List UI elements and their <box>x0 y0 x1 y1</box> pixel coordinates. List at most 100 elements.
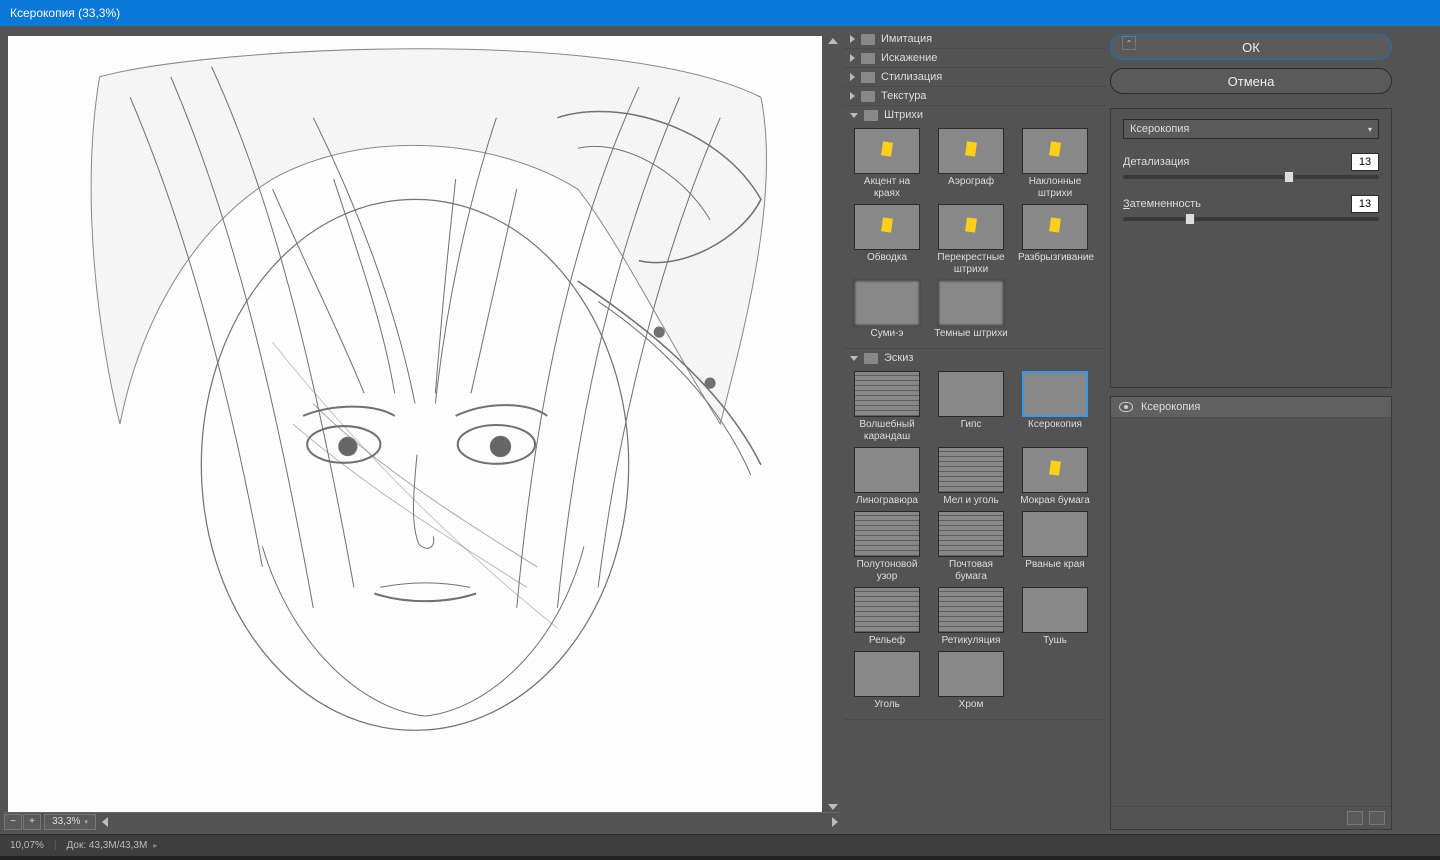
thumb-label: Перекрестные штрихи <box>934 252 1008 276</box>
folder-label: Эскиз <box>884 352 913 364</box>
filter-settings: Ксерокопия ▾ Детализация Затемненность <box>1110 108 1392 388</box>
folder-label: Штрихи <box>884 109 923 121</box>
status-zoom: 10,07% <box>10 840 44 851</box>
preview-viewport[interactable] <box>4 30 840 812</box>
filter-thumb-selected[interactable]: Ксерокопия <box>1018 371 1092 443</box>
thumb-label: Линогравюра <box>850 495 924 507</box>
effect-layer-row[interactable]: Ксерокопия <box>1111 397 1391 418</box>
preview-image <box>8 36 822 812</box>
cancel-button[interactable]: Отмена <box>1110 68 1392 94</box>
filter-gallery[interactable]: Имитация Искажение Стилизация Текстура Ш… <box>844 30 1106 830</box>
thumb-label: Мел и уголь <box>934 495 1008 507</box>
thumb-label: Тушь <box>1018 635 1092 647</box>
filter-thumb[interactable]: Почтовая бумага <box>934 511 1008 583</box>
thumb-label: Ксерокопия <box>1018 419 1092 431</box>
expand-icon <box>850 54 855 62</box>
folder-label: Искажение <box>881 52 937 64</box>
filter-thumb[interactable]: Акцент на краях <box>850 128 924 200</box>
thumb-label: Ретикуляция <box>934 635 1008 647</box>
thumb-label: Аэрограф <box>934 176 1008 188</box>
strokes-thumbs: Акцент на краях Аэрограф Наклонные штрих… <box>844 124 1106 348</box>
folder-icon <box>861 34 875 45</box>
param-label: Затемненность <box>1123 198 1201 210</box>
filter-thumb[interactable]: Хром <box>934 651 1008 711</box>
chevron-down-icon: ▾ <box>84 818 88 826</box>
zoom-in-button[interactable]: + <box>23 814 41 830</box>
visibility-icon[interactable] <box>1119 402 1133 412</box>
ok-button[interactable]: ОК <box>1110 34 1392 60</box>
filter-thumb[interactable]: Обводка <box>850 204 924 276</box>
scroll-left-icon[interactable] <box>102 817 108 827</box>
param-darkness-input[interactable] <box>1351 195 1379 213</box>
thumb-label: Уголь <box>850 699 924 711</box>
thumb-label: Хром <box>934 699 1008 711</box>
collapse-icon <box>850 356 858 361</box>
filter-thumb[interactable]: Аэрограф <box>934 128 1008 200</box>
zoom-out-button[interactable]: − <box>4 814 22 830</box>
param-darkness-slider[interactable] <box>1123 217 1379 221</box>
filter-thumb[interactable]: Тушь <box>1018 587 1092 647</box>
filter-thumb[interactable]: Перекрестные штрихи <box>934 204 1008 276</box>
scroll-up-icon[interactable] <box>828 38 838 44</box>
zoom-percent[interactable]: 33,3% ▾ <box>44 814 96 830</box>
preview-horizontal-scrollbar[interactable] <box>100 815 840 829</box>
param-detail-slider[interactable] <box>1123 175 1379 179</box>
collapse-settings-button[interactable]: ⌃ <box>1122 36 1136 50</box>
folder-sketch[interactable]: Эскиз Волшебный карандаш Гипс Ксерокопия… <box>844 349 1106 720</box>
effect-layers-footer <box>1111 806 1391 829</box>
folder-icon <box>864 110 878 121</box>
filter-select-value: Ксерокопия <box>1130 123 1189 135</box>
effect-layer-name: Ксерокопия <box>1141 401 1200 413</box>
thumb-label: Мокрая бумага <box>1018 495 1092 507</box>
slider-knob[interactable] <box>1284 171 1294 183</box>
preview-vertical-scrollbar[interactable] <box>826 36 840 812</box>
param-darkness: Затемненность <box>1123 195 1379 221</box>
thumb-label: Разбрызгивание <box>1018 252 1092 264</box>
status-bar: 10,07% | Док: 43,3M/43,3M ▸ <box>0 834 1440 856</box>
scroll-right-icon[interactable] <box>832 817 838 827</box>
filter-thumb[interactable]: Мокрая бумага <box>1018 447 1092 507</box>
zoom-bar: − + 33,3% ▾ <box>4 812 840 830</box>
thumb-label: Обводка <box>850 252 924 264</box>
filter-thumb[interactable]: Разбрызгивание <box>1018 204 1092 276</box>
new-effect-layer-button[interactable] <box>1347 811 1363 825</box>
thumb-label: Суми-э <box>850 328 924 340</box>
filter-thumb[interactable]: Волшебный карандаш <box>850 371 924 443</box>
filter-thumb[interactable]: Темные штрихи <box>934 280 1008 340</box>
folder-label: Текстура <box>881 90 926 102</box>
folder-stylization[interactable]: Стилизация <box>844 68 1106 87</box>
filter-thumb[interactable]: Суми-э <box>850 280 924 340</box>
zoom-percent-value: 33,3% <box>52 816 80 827</box>
chevron-down-icon: ▾ <box>1368 125 1372 134</box>
folder-icon <box>861 91 875 102</box>
filter-thumb[interactable]: Рваные края <box>1018 511 1092 583</box>
folder-texture[interactable]: Текстура <box>844 87 1106 106</box>
thumb-label: Полутоновой узор <box>850 559 924 583</box>
thumb-label: Гипс <box>934 419 1008 431</box>
filter-thumb[interactable]: Полутоновой узор <box>850 511 924 583</box>
scroll-down-icon[interactable] <box>828 804 838 810</box>
folder-strokes[interactable]: Штрихи Акцент на краях Аэрограф Наклонны… <box>844 106 1106 349</box>
param-detail-input[interactable] <box>1351 153 1379 171</box>
folder-label: Стилизация <box>881 71 942 83</box>
delete-effect-layer-button[interactable] <box>1369 811 1385 825</box>
slider-knob[interactable] <box>1185 213 1195 225</box>
thumb-label: Наклонные штрихи <box>1018 176 1092 200</box>
filter-thumb[interactable]: Гипс <box>934 371 1008 443</box>
expand-icon <box>850 73 855 81</box>
thumb-label: Темные штрихи <box>934 328 1008 340</box>
filter-thumb[interactable]: Линогравюра <box>850 447 924 507</box>
main-area: − + 33,3% ▾ Имитация Искажение Стилизаци… <box>0 26 1440 834</box>
folder-icon <box>864 353 878 364</box>
expand-icon <box>850 35 855 43</box>
thumb-label: Почтовая бумага <box>934 559 1008 583</box>
folder-distortion[interactable]: Искажение <box>844 49 1106 68</box>
filter-thumb[interactable]: Рельеф <box>850 587 924 647</box>
filter-thumb[interactable]: Мел и уголь <box>934 447 1008 507</box>
window-title: Ксерокопия (33,3%) <box>0 0 1440 26</box>
filter-thumb[interactable]: Наклонные штрихи <box>1018 128 1092 200</box>
filter-thumb[interactable]: Уголь <box>850 651 924 711</box>
filter-thumb[interactable]: Ретикуляция <box>934 587 1008 647</box>
folder-imitation[interactable]: Имитация <box>844 30 1106 49</box>
filter-select[interactable]: Ксерокопия ▾ <box>1123 119 1379 139</box>
